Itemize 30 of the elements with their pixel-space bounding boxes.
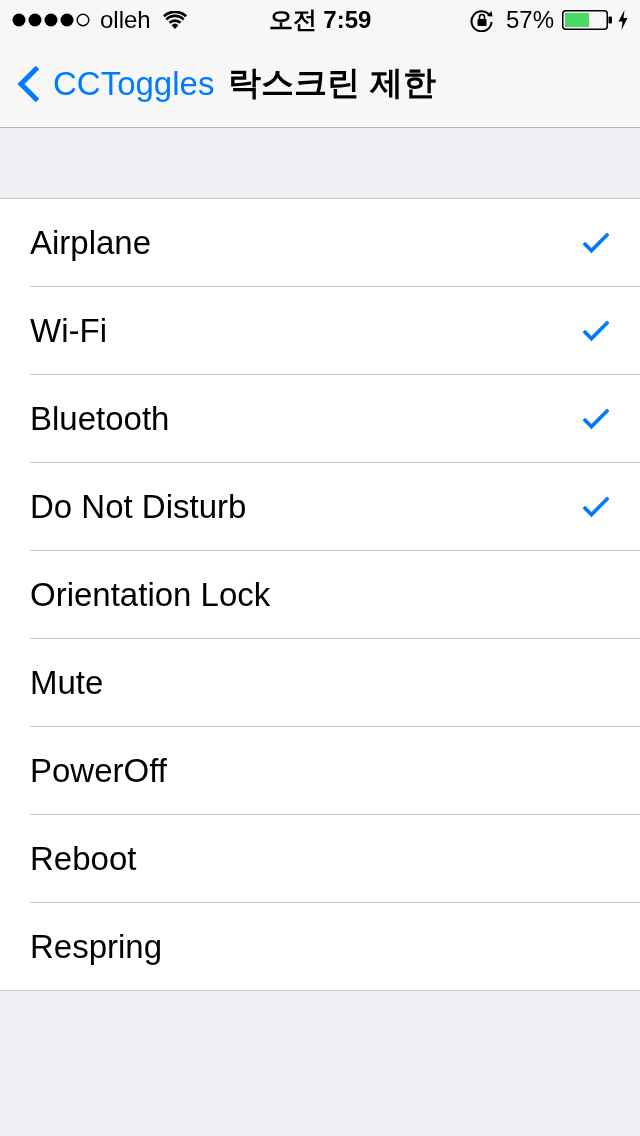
battery-icon xyxy=(562,10,612,30)
toggle-row[interactable]: Bluetooth xyxy=(30,375,640,463)
row-label: Orientation Lock xyxy=(30,575,271,614)
row-label: Mute xyxy=(30,663,104,702)
toggle-row[interactable]: Respring xyxy=(30,903,640,990)
toggle-row[interactable]: Airplane xyxy=(30,199,640,287)
row-label: Reboot xyxy=(30,839,137,878)
page-title: 락스크린 제한 xyxy=(228,63,436,103)
row-label: Airplane xyxy=(30,223,152,262)
row-label: Wi-Fi xyxy=(30,311,107,350)
toggle-row[interactable]: PowerOff xyxy=(30,727,640,815)
toggle-row[interactable]: Do Not Disturb xyxy=(30,463,640,551)
wifi-icon xyxy=(162,11,187,29)
toggle-row[interactable]: Orientation Lock xyxy=(30,551,640,639)
row-label: Respring xyxy=(30,927,163,966)
status-time: 오전 7:59 xyxy=(268,5,372,35)
row-label: PowerOff xyxy=(30,751,167,790)
carrier-name: olleh xyxy=(100,6,151,34)
toggle-row[interactable]: Wi-Fi xyxy=(30,287,640,375)
back-chevron-icon xyxy=(16,64,41,103)
row-label: Bluetooth xyxy=(30,399,170,438)
rotation-lock-icon xyxy=(469,8,494,32)
battery-percentage: 57% xyxy=(505,6,554,34)
charging-bolt-icon xyxy=(618,10,628,30)
row-label: Do Not Disturb xyxy=(30,487,247,526)
toggle-row[interactable]: Reboot xyxy=(30,815,640,903)
signal-strength-icon xyxy=(12,13,90,27)
back-label: CCToggles xyxy=(53,64,215,103)
back-button[interactable]: CCToggles xyxy=(16,64,215,103)
toggle-row[interactable]: Mute xyxy=(30,639,640,727)
